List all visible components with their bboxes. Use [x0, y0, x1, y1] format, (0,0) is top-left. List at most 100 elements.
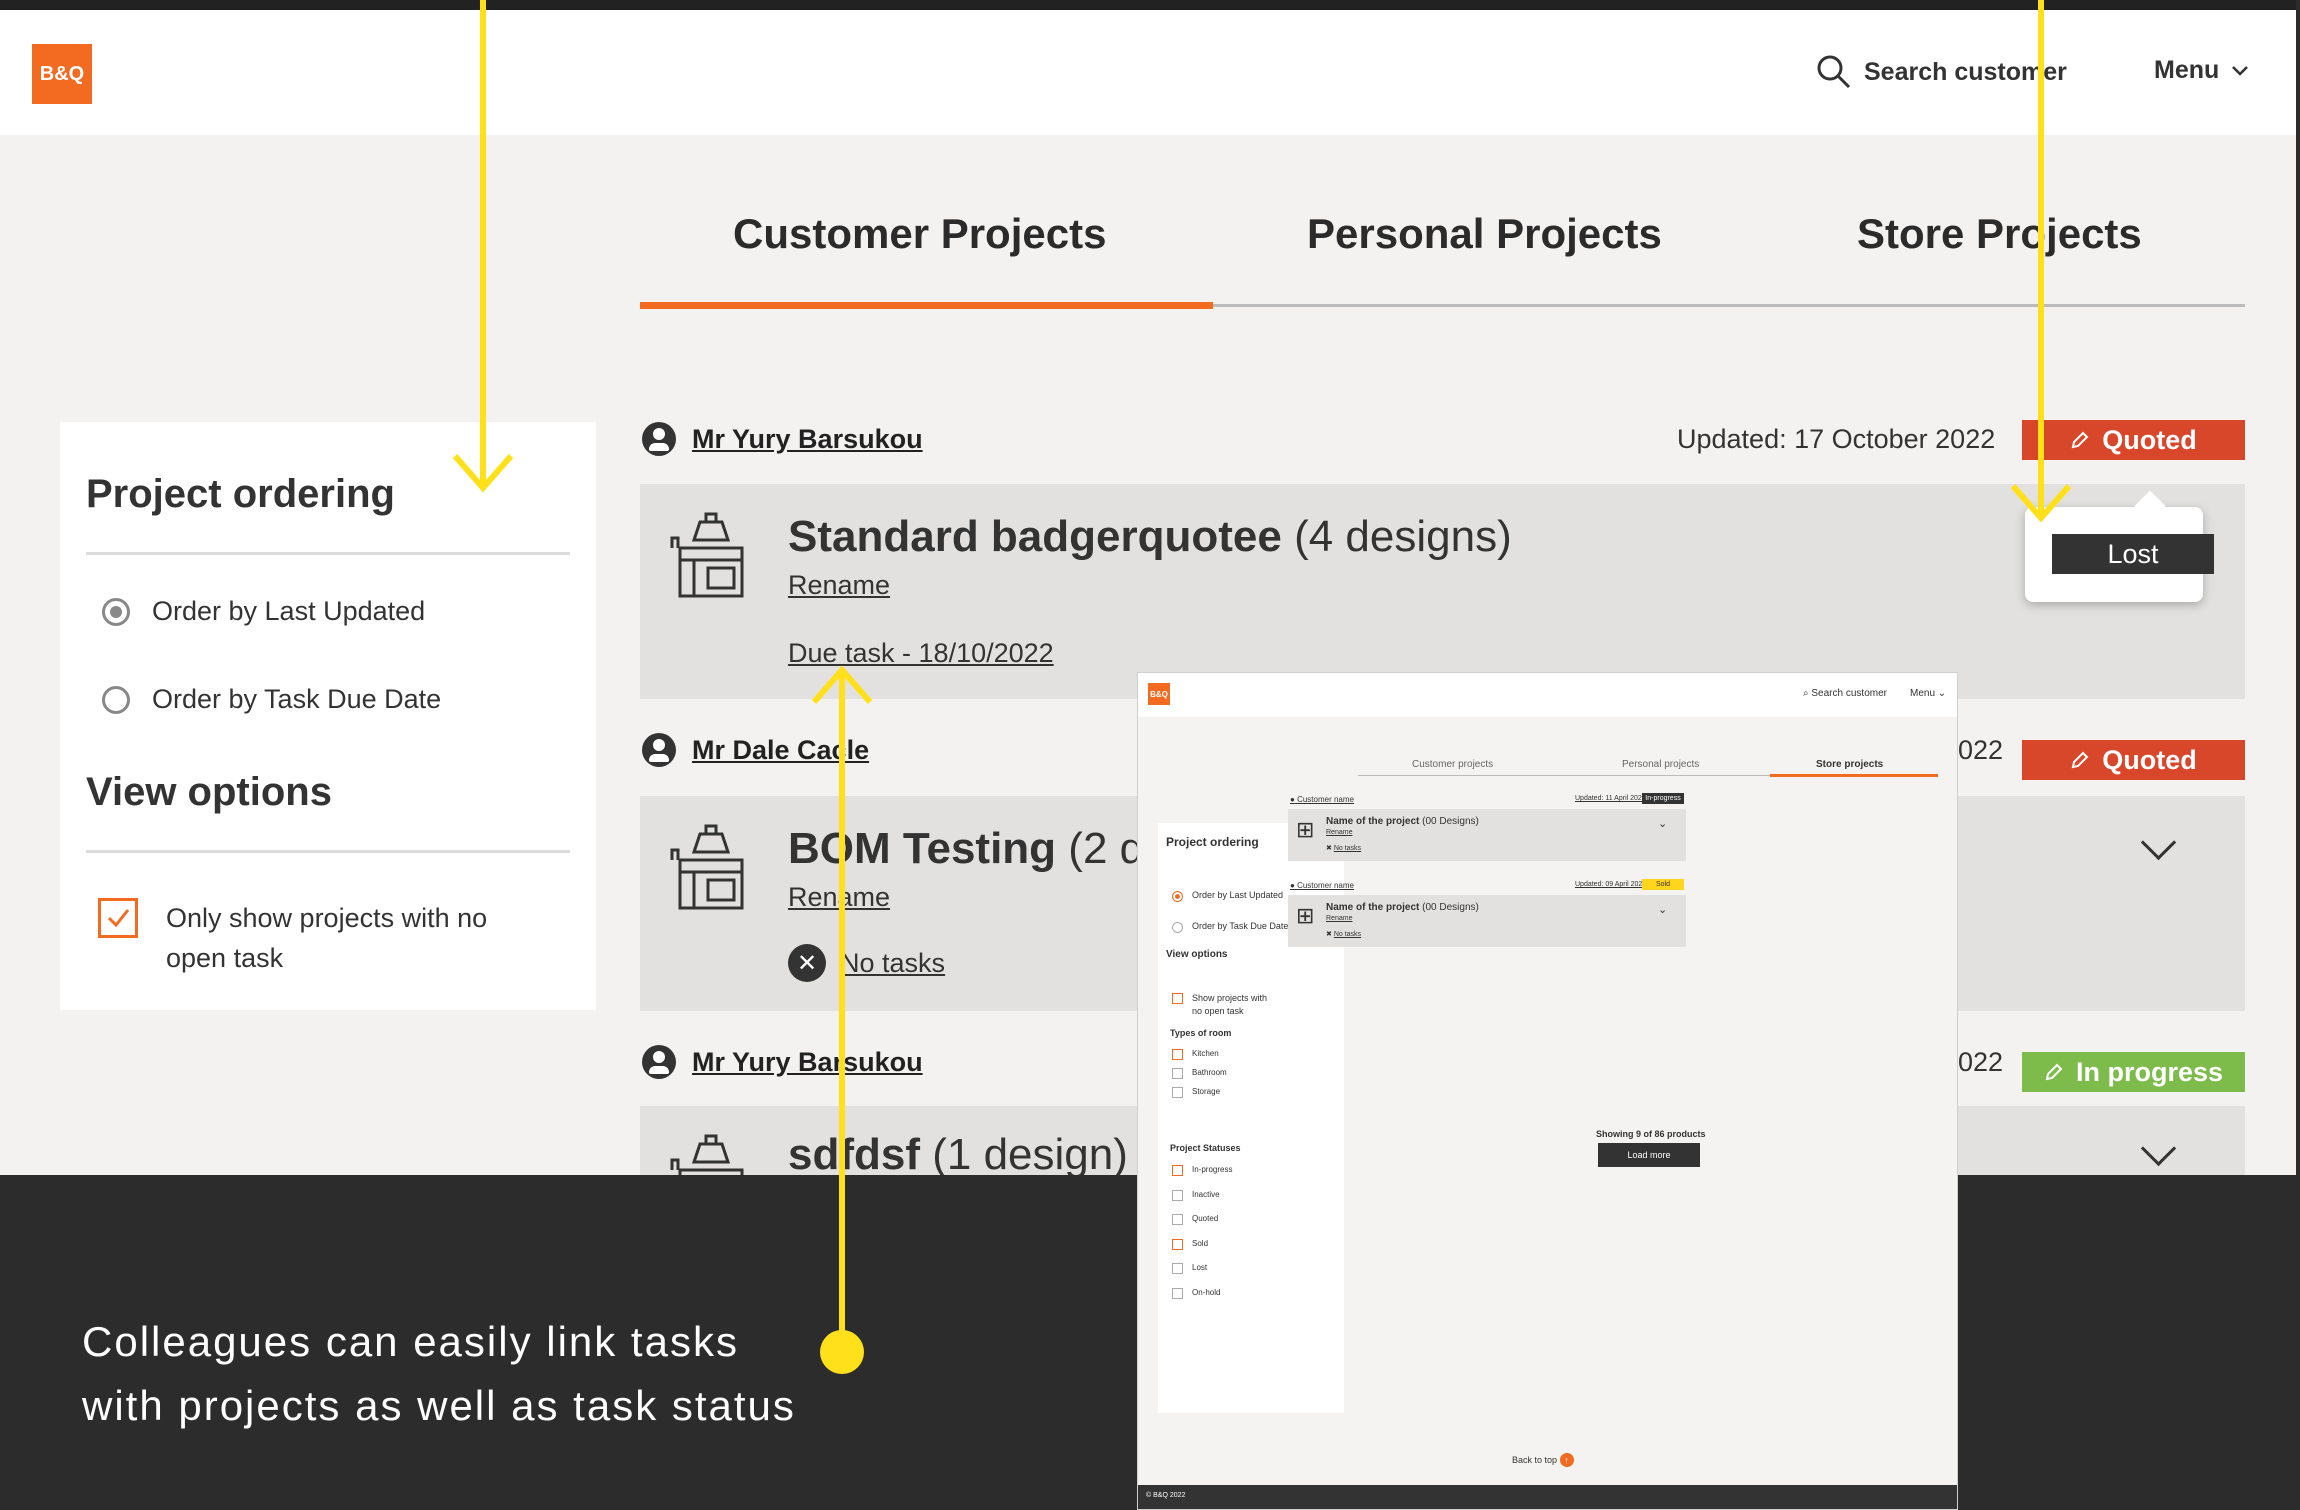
tab-customer-projects[interactable]: Customer Projects — [733, 210, 1106, 258]
thumb-back-to-top: Back to top ↑ — [1512, 1453, 1574, 1467]
thumb-no-tasks: ✖ No tasks — [1326, 930, 1361, 938]
no-open-task-checkbox[interactable] — [98, 898, 138, 938]
thumb-status-item: On-hold — [1192, 1288, 1221, 1297]
thumb-radio-on — [1172, 891, 1183, 902]
thumb-checkbox — [1172, 1288, 1183, 1299]
project-title: Standard badgerquotee (4 designs) — [788, 512, 1512, 562]
thumb-room-item: Storage — [1192, 1087, 1221, 1096]
thumb-project-name: Name of the project — [1326, 816, 1420, 827]
thumb-checkbox — [1172, 1214, 1183, 1226]
customer-name[interactable]: Mr Yury Barsukou — [692, 424, 923, 455]
status-badge-quoted[interactable]: Quoted — [2022, 420, 2245, 460]
tab-personal-projects[interactable]: Personal Projects — [1307, 210, 1662, 258]
thumb-status-item: In-progress — [1192, 1165, 1233, 1174]
no-open-task-line2: open task — [166, 943, 284, 973]
thumb-chevron-icon: ⌄ — [1658, 904, 1668, 916]
updated-date-partial: 022 — [1958, 735, 2004, 765]
thumb-status-title: Project Statuses — [1170, 1143, 1241, 1153]
thumb-status-badge: In-progress — [1642, 793, 1684, 804]
project-name: sdfdsf — [788, 1130, 920, 1175]
thumb-load-more: Load more — [1598, 1143, 1700, 1167]
lost-option[interactable]: Lost — [2052, 534, 2214, 574]
chevron-down-icon — [2232, 65, 2249, 76]
thumb-tab: Customer projects — [1412, 759, 1494, 770]
thumb-show-line2: no open task — [1192, 1006, 1244, 1016]
design-count: (1 design) — [932, 1130, 1128, 1175]
search-customer-button[interactable]: Search customer — [1816, 54, 2067, 90]
thumb-checkbox — [1172, 1263, 1183, 1275]
no-tasks-label[interactable]: No tasks — [840, 948, 945, 979]
thumb-room-title: Types of room — [1170, 1028, 1232, 1038]
radio-unselected[interactable] — [102, 685, 130, 714]
thumb-arrow-up-icon: ↑ — [1559, 1453, 1574, 1467]
annotation-arrow-icon — [811, 665, 873, 704]
thumb-menu: Menu ⌄ — [1910, 688, 1946, 699]
updated-date: Updated: 17 October 2022 — [1677, 424, 1996, 454]
thumb-checkbox — [1172, 1165, 1183, 1176]
no-tasks-status[interactable]: ✕ No tasks — [788, 944, 945, 982]
pencil-icon — [2045, 1063, 2063, 1081]
thumb-ordering-title: Project ordering — [1166, 835, 1259, 849]
thumb-rename: Rename — [1326, 829, 1353, 836]
divider — [86, 850, 570, 853]
thumb-kitchen-icon: ⊞ — [1296, 903, 1315, 928]
annotation-line — [480, 0, 486, 484]
order-task-due-option[interactable]: Order by Task Due Date — [102, 684, 441, 715]
thumb-menu-label: Menu — [1910, 688, 1936, 699]
customer-name[interactable]: Mr Yury Barsukou — [692, 1047, 923, 1078]
top-header: B&Q Search customer Menu — [0, 10, 2296, 135]
thumb-design-count: (00 Designs) — [1422, 816, 1479, 827]
thumb-no-tasks-label: No tasks — [1333, 931, 1362, 938]
status-badge-in-progress[interactable]: In progress — [2022, 1052, 2245, 1092]
thumb-checkbox — [1172, 1238, 1183, 1250]
rename-link[interactable]: Rename — [788, 570, 890, 601]
thumb-search-icon: ⌕ — [1803, 688, 1809, 699]
thumb-active-indicator — [1770, 774, 1938, 777]
thumb-chevron-icon: ⌄ — [1658, 818, 1668, 830]
order-last-updated-option[interactable]: Order by Last Updated — [102, 596, 425, 627]
kitchen-icon — [670, 824, 744, 910]
status-label: In progress — [2075, 1056, 2224, 1087]
thumb-back-label: Back to top — [1512, 1455, 1558, 1465]
bq-logo[interactable]: B&Q — [32, 44, 92, 104]
radio-selected[interactable] — [102, 597, 130, 626]
project-ordering-title: Project ordering — [86, 472, 395, 516]
thumb-kitchen-icon: ⊞ — [1296, 817, 1315, 842]
tab-store-projects[interactable]: Store Projects — [1857, 210, 2142, 258]
status-badge-quoted[interactable]: Quoted — [2022, 740, 2245, 780]
thumb-logo: B&Q — [1148, 683, 1170, 705]
menu-label: Menu — [2154, 56, 2220, 84]
annotation-line — [2038, 0, 2044, 515]
customer-link[interactable]: Mr Yury Barsukou — [642, 422, 923, 456]
chevron-down-icon[interactable] — [2140, 824, 2177, 861]
thumb-footer-text: © B&Q 2022 — [1146, 1492, 1186, 1499]
order-last-updated-label: Order by Last Updated — [152, 596, 426, 626]
user-icon — [642, 733, 676, 767]
divider — [86, 552, 570, 555]
customer-link[interactable]: Mr Dale Cacle — [642, 733, 869, 767]
thumb-order-last: Order by Last Updated — [1192, 890, 1284, 900]
chevron-down-icon[interactable] — [2140, 1130, 2177, 1167]
menu-button[interactable]: Menu — [2154, 56, 2249, 85]
thumb-checkbox — [1172, 1087, 1183, 1098]
thumb-project-title: Name of the project (00 Designs) — [1326, 816, 1479, 827]
thumb-room-item: Bathroom — [1192, 1068, 1227, 1077]
thumb-project-title: Name of the project (00 Designs) — [1326, 902, 1479, 913]
thumb-checkbox — [1172, 1049, 1183, 1060]
thumb-chevron-icon: ⌄ — [1937, 688, 1947, 699]
no-open-task-line1: Only show projects with no — [166, 903, 488, 933]
active-tab-indicator — [640, 302, 1213, 309]
thumb-search: ⌕ Search customer — [1803, 688, 1887, 699]
project-name: Standard badgerquotee — [788, 512, 1282, 561]
thumb-status-item: Quoted — [1192, 1214, 1219, 1224]
thumb-order-due: Order by Task Due Date — [1192, 921, 1289, 931]
thumb-radio-off — [1172, 922, 1183, 933]
annotation-arrow-icon — [452, 454, 514, 493]
thumb-design-count: (00 Designs) — [1422, 902, 1479, 913]
customer-link[interactable]: Mr Yury Barsukou — [642, 1045, 923, 1079]
design-count: (2 d — [1068, 824, 1145, 873]
thumb-status-badge: Sold — [1642, 879, 1684, 890]
thumb-no-tasks-label: No tasks — [1333, 845, 1362, 852]
thumb-checkbox — [1172, 993, 1183, 1004]
thumb-close-icon: ✖ — [1326, 845, 1332, 852]
